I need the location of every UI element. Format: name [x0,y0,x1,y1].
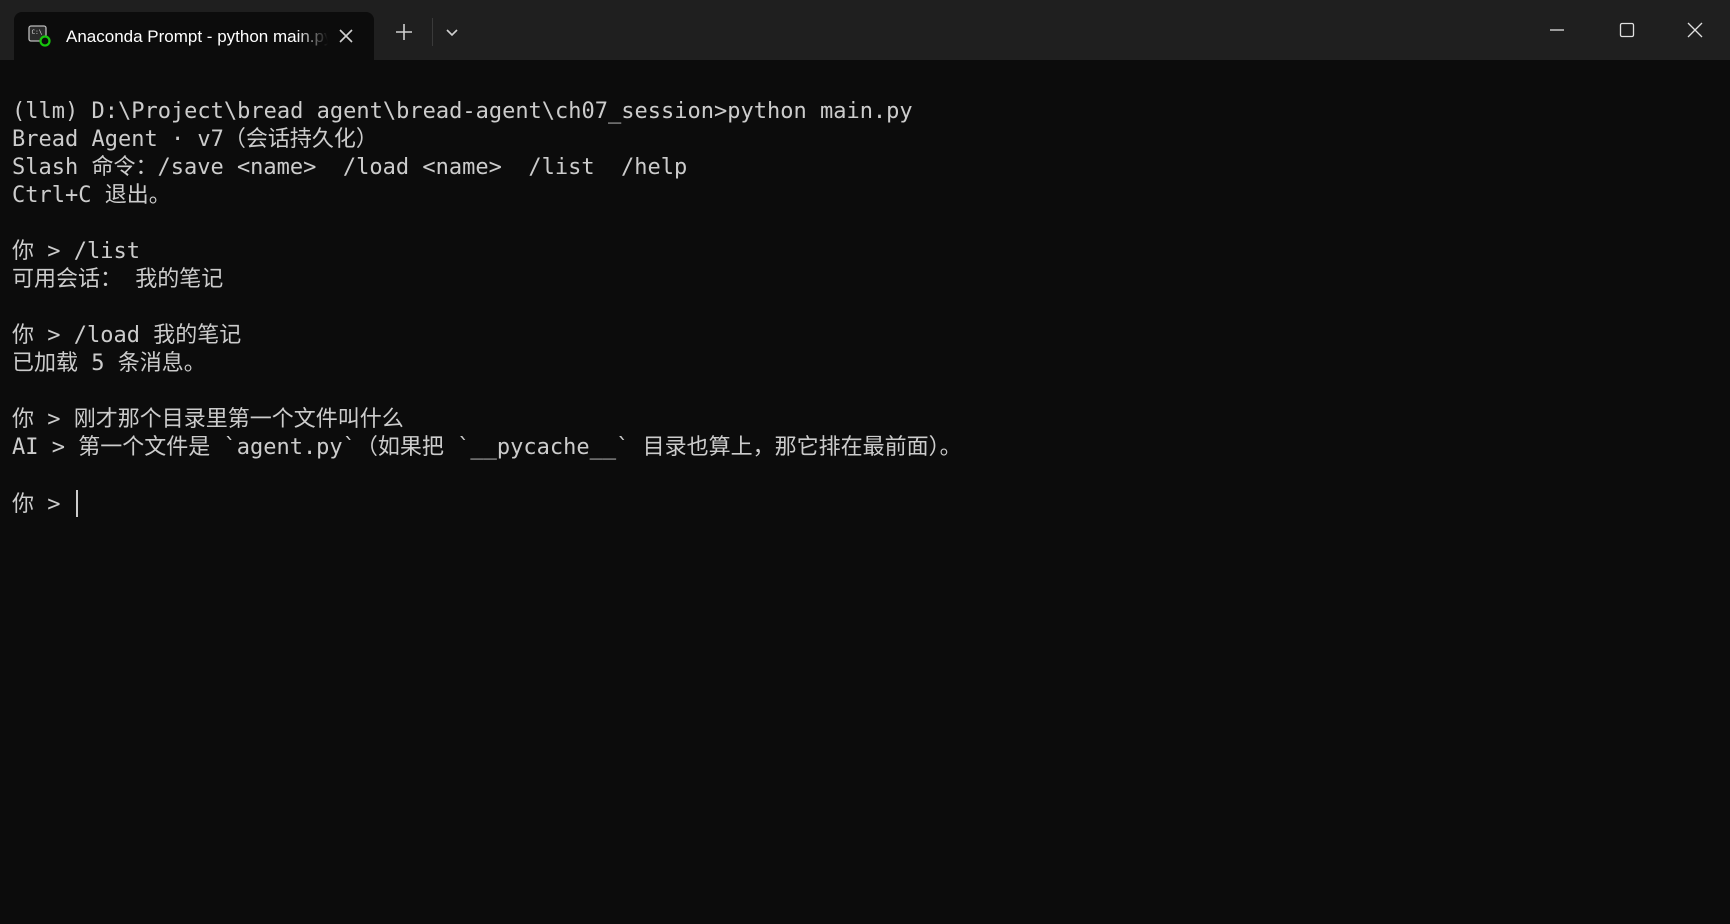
title-bar: C:\ Anaconda Prompt - python main.py [0,0,1730,60]
close-window-button[interactable] [1660,0,1730,60]
terminal-line: Bread Agent · v7（会话持久化） [12,127,378,152]
terminal-window: C:\ Anaconda Prompt - python main.py (ll… [0,0,1730,924]
close-icon [1687,22,1703,38]
tab-anaconda-prompt[interactable]: C:\ Anaconda Prompt - python main.py [14,12,374,60]
terminal-line: 已加载 5 条消息。 [12,351,206,376]
prompt-line[interactable]: 你 > [12,490,1712,518]
terminal-line: Slash 命令：/save <name> /load <name> /list… [12,155,688,180]
terminal-line: 你 > /load 我的笔记 [12,323,242,348]
chevron-down-icon[interactable] [441,22,463,44]
close-tab-icon[interactable] [334,24,358,48]
terminal-line: 你 > /list [12,239,140,264]
terminal-icon: C:\ [28,24,52,48]
prompt-label: 你 > [12,492,74,517]
minimize-icon [1550,29,1564,31]
maximize-icon [1619,22,1635,38]
terminal-line: (llm) D:\Project\bread agent\bread-agent… [12,99,913,124]
terminal-line: 你 > 刚才那个目录里第一个文件叫什么 [12,407,404,432]
svg-text:C:\: C:\ [32,29,43,36]
tab-title: Anaconda Prompt - python main.py [66,27,328,46]
terminal-output[interactable]: (llm) D:\Project\bread agent\bread-agent… [12,98,1712,898]
tab-separator [432,18,433,46]
terminal-line: Ctrl+C 退出。 [12,183,171,208]
minimize-button[interactable] [1522,0,1592,60]
new-tab-icon[interactable] [392,20,416,44]
terminal-line: AI > 第一个文件是 `agent.py`（如果把 `__pycache__`… [12,435,962,460]
terminal-line: 可用会话： 我的笔记 [12,267,224,292]
text-cursor [75,490,78,517]
maximize-button[interactable] [1592,0,1662,60]
